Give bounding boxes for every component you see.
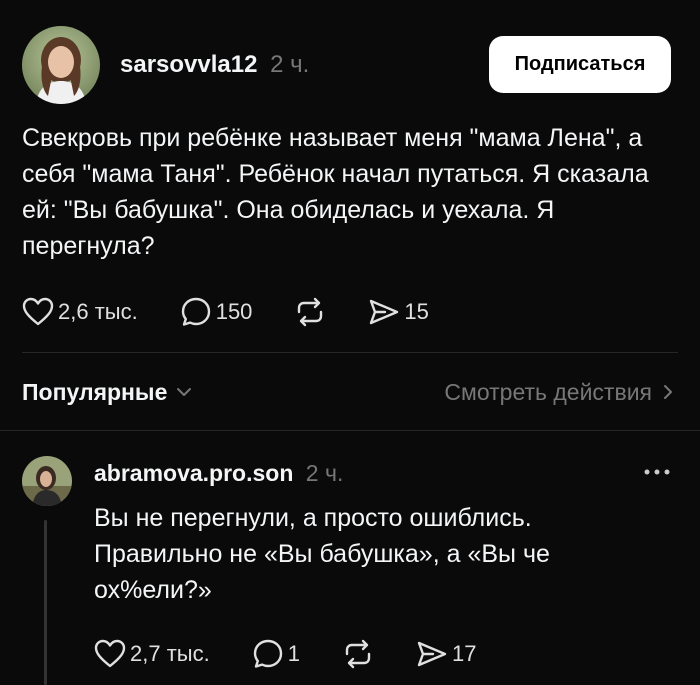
like-count: 2,6 тыс. [58, 299, 138, 324]
view-activity-link[interactable]: Смотреть действия [444, 379, 678, 406]
profile-photo-icon [22, 456, 72, 506]
repost-icon [298, 297, 323, 327]
author-avatar[interactable] [22, 26, 100, 104]
profile-photo-icon [22, 26, 100, 104]
chevron-right-icon [664, 385, 672, 399]
reply-author-line: abramova.pro.son 2 ч. [94, 458, 343, 488]
post-text: Свекровь при ребёнке называет меня "мама… [22, 124, 649, 260]
repost-button[interactable] [294, 297, 326, 327]
divider [22, 352, 678, 353]
comment-icon [181, 297, 210, 326]
reply-timestamp: 2 ч. [305, 460, 344, 486]
reply-repost-button[interactable] [342, 639, 374, 669]
replies-sort-row: Популярные Смотреть действия [22, 372, 678, 412]
reply-like-count: 2,7 тыс. [130, 641, 210, 666]
divider [0, 430, 700, 431]
reply-text: Вы не перегнули, а просто ошиблись. Прав… [94, 504, 550, 604]
follow-button[interactable]: Подписаться [489, 36, 671, 93]
thread-line [44, 520, 47, 685]
author-line: sarsovvla12 2 ч. [120, 50, 309, 80]
more-options-icon[interactable] [640, 462, 674, 482]
send-icon [417, 641, 447, 667]
share-button[interactable]: 15 [368, 297, 429, 327]
reply-author-avatar[interactable] [22, 456, 72, 506]
reply-share-count: 17 [451, 641, 477, 666]
send-icon [370, 299, 399, 325]
share-count: 15 [404, 299, 429, 324]
author-username[interactable]: sarsovvla12 [120, 51, 257, 78]
comment-count: 150 [215, 299, 253, 324]
comment-button[interactable]: 150 [180, 296, 253, 328]
repost-icon [345, 639, 371, 669]
sort-dropdown[interactable]: Популярные [22, 379, 195, 406]
reply-share-button[interactable]: 17 [416, 639, 476, 669]
reply-comment-count: 1 [287, 641, 300, 666]
reply-actions: 2,7 тыс. 1 17 [94, 634, 476, 674]
post-actions: 2,6 тыс. 150 15 [22, 292, 429, 332]
comment-icon [253, 639, 282, 668]
heart-icon [94, 639, 126, 668]
post-timestamp: 2 ч. [270, 51, 310, 78]
reply-author-username[interactable]: abramova.pro.son [94, 460, 293, 486]
like-button[interactable]: 2,6 тыс. [22, 297, 138, 327]
reply-comment-button[interactable]: 1 [252, 638, 300, 670]
view-activity-label: Смотреть действия [444, 378, 652, 405]
chevron-down-icon [177, 388, 192, 396]
heart-icon [22, 297, 54, 326]
reply-like-button[interactable]: 2,7 тыс. [94, 639, 210, 669]
sort-label: Популярные [22, 378, 168, 405]
